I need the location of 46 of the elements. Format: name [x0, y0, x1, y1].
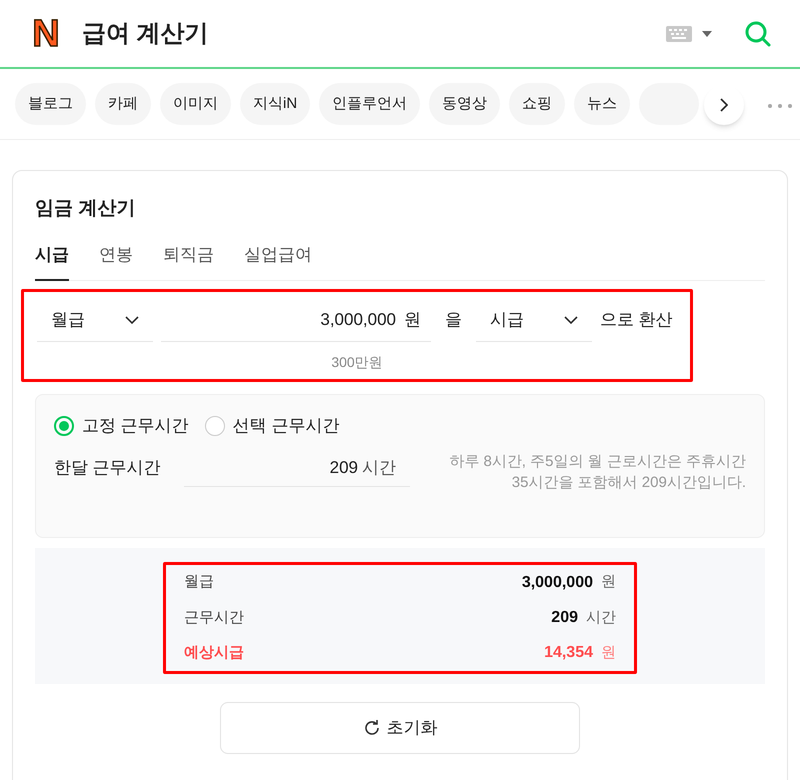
amount-field[interactable]: 3,000,000 원	[161, 298, 431, 342]
filter-chip[interactable]: 이미지	[160, 83, 231, 125]
filter-chip[interactable]: 블로그	[15, 83, 86, 125]
filter-chip[interactable]: 쇼핑	[509, 83, 566, 125]
result-label: 예상시급	[184, 643, 244, 664]
result-unit: 원	[601, 572, 616, 592]
radio-button[interactable]	[204, 416, 225, 436]
tab[interactable]: 연봉	[99, 242, 133, 281]
field-label: 한달 근무시간	[54, 456, 162, 478]
tab[interactable]: 실업급여	[244, 242, 312, 281]
filter-chip[interactable]: 인플루언서	[319, 83, 420, 125]
hours-field[interactable]: 209 시간	[184, 450, 410, 486]
refresh-icon	[362, 719, 380, 737]
radio-button[interactable]	[54, 416, 74, 436]
filter-chip[interactable]: 동영상	[429, 83, 500, 125]
tab[interactable]: 퇴직금	[163, 242, 214, 281]
filter-chip[interactable]: 뉴스	[574, 83, 630, 125]
more-icon[interactable]	[768, 104, 792, 108]
scroll-right-button[interactable]	[704, 85, 744, 125]
particle-label: 을	[444, 309, 463, 332]
chevron-down-icon	[125, 316, 139, 324]
result-value: 209	[551, 608, 578, 628]
result-label: 월급	[184, 572, 214, 592]
card-title: 임금 계산기	[35, 197, 136, 221]
result-value: 3,000,000	[522, 572, 593, 593]
result-label: 근무시간	[184, 608, 244, 628]
search-icon[interactable]	[744, 20, 772, 48]
keyboard-icon[interactable]	[666, 26, 692, 42]
filter-chip[interactable]: 지식iN	[240, 83, 310, 125]
unit-dropdown[interactable]: 월급	[37, 298, 153, 342]
caret-icon[interactable]	[702, 30, 712, 36]
filter-chip[interactable]: 카페	[95, 83, 151, 125]
unit-dropdown[interactable]: 시급	[476, 298, 592, 342]
radio-option[interactable]: 고정 근무시간	[54, 413, 189, 438]
tab[interactable]: 시급	[35, 242, 69, 281]
result-value: 14,354	[544, 643, 593, 664]
result-unit: 시간	[586, 608, 616, 628]
convert-label: 으로 환산	[600, 309, 673, 332]
radio-option[interactable]: 선택 근무시간	[204, 413, 340, 438]
amount-hint: 300만원	[331, 353, 383, 372]
chevron-right-icon	[720, 98, 728, 112]
chevron-down-icon	[564, 316, 578, 324]
hours-note: 하루 8시간, 주5일의 월 근로시간은 주휴시간 35시간을 포함해서 209시간입니다.	[448, 452, 746, 492]
search-query: 급여 계산기	[82, 18, 209, 48]
reset-button[interactable]: 초기화	[220, 702, 580, 754]
result-unit: 원	[601, 643, 616, 664]
